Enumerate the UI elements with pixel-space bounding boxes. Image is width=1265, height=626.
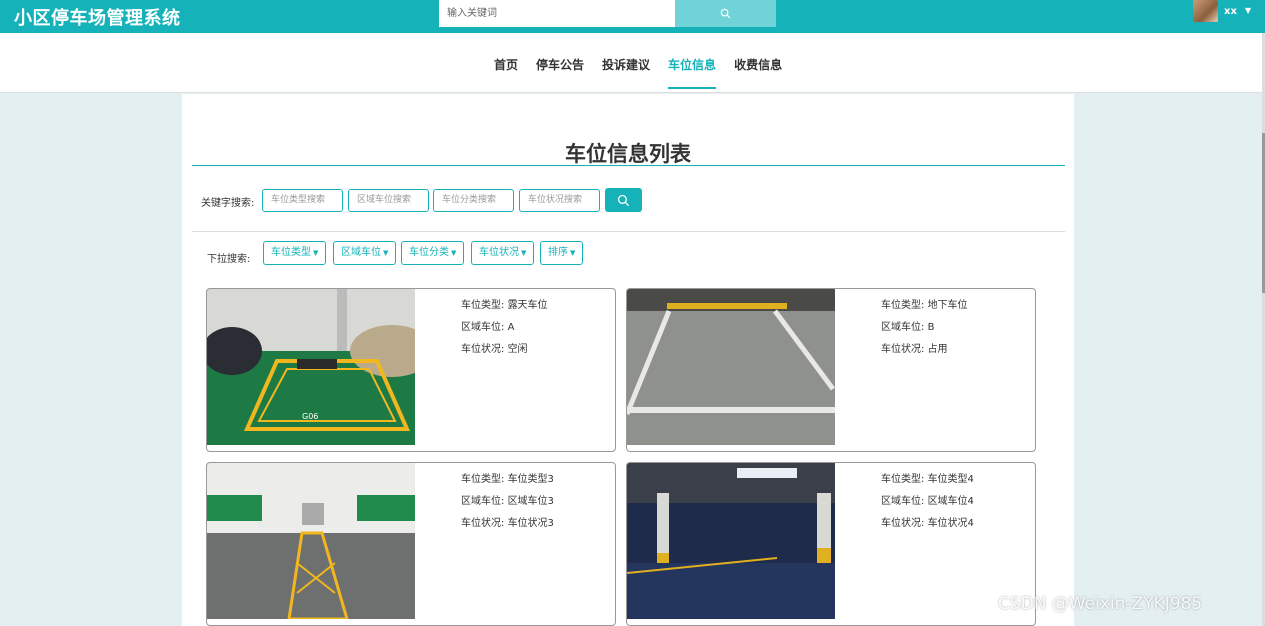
dropdown-space-type[interactable]: 车位类型 ▼ <box>263 241 327 265</box>
caret-down-icon: ▼ <box>521 249 527 257</box>
nav-item-home[interactable]: 首页 <box>494 56 518 89</box>
parking-card[interactable]: G06 车位类型: 露天车位 区域车位: A 车位状况: 空闲 <box>206 288 616 452</box>
parking-space-image[interactable] <box>207 463 415 619</box>
search-icon <box>617 194 630 206</box>
parking-card[interactable]: 车位类型: 车位类型3 区域车位: 区域车位3 车位状况: 车位状况3 <box>206 462 616 626</box>
nav-item-parking-spaces[interactable]: 车位信息 <box>668 56 717 89</box>
search-input-space-type[interactable]: 车位类型搜索 <box>262 189 343 212</box>
info-label: 车位类型: <box>881 474 928 485</box>
space-type-value: 车位类型3 <box>507 474 554 485</box>
header-search-button[interactable] <box>675 0 776 27</box>
info-label: 车位状况: <box>461 344 508 355</box>
info-line: 车位类型: 地下车位 <box>881 295 968 317</box>
dropdown-label: 车位类型 <box>271 247 311 258</box>
card-info: 车位类型: 车位类型3 区域车位: 区域车位3 车位状况: 车位状况3 <box>461 469 554 535</box>
status-value: 车位状况3 <box>507 518 554 529</box>
nav-item-complaints[interactable]: 投诉建议 <box>602 56 650 89</box>
caret-down-icon: ▼ <box>313 249 319 257</box>
info-label: 车位类型: <box>461 474 508 485</box>
info-line: 车位类型: 车位类型3 <box>461 469 554 491</box>
title-underline <box>192 165 1065 166</box>
info-line: 车位类型: 车位类型4 <box>881 469 974 491</box>
user-avatar[interactable] <box>1193 0 1218 22</box>
info-line: 车位状况: 车位状况4 <box>881 513 974 535</box>
parking-card[interactable]: 车位类型: 车位类型4 区域车位: 区域车位4 车位状况: 车位状况4 <box>626 462 1036 626</box>
info-label: 车位状况: <box>881 518 928 529</box>
info-label: 区域车位: <box>461 496 508 507</box>
dropdown-label: 区域车位 <box>341 247 381 258</box>
caret-down-icon: ▼ <box>383 249 389 257</box>
chevron-down-icon[interactable]: ▼ <box>1245 6 1251 15</box>
info-line: 区域车位: A <box>461 317 548 339</box>
info-line: 车位状况: 车位状况3 <box>461 513 554 535</box>
keyword-search-label: 关键字搜索: <box>201 198 255 209</box>
top-bar: 小区停车场管理系统 输入关键词 xx ▼ <box>0 0 1265 33</box>
card-info: 车位类型: 地下车位 区域车位: B 车位状况: 占用 <box>881 295 968 361</box>
status-value: 占用 <box>927 344 948 355</box>
search-input-status[interactable]: 车位状况搜索 <box>519 189 600 212</box>
watermark: CSDN @Weixin-ZYKJ985 <box>998 594 1203 614</box>
dropdown-status[interactable]: 车位状况 ▼ <box>471 241 535 265</box>
info-label: 区域车位: <box>881 322 928 333</box>
dropdown-label: 车位分类 <box>409 247 449 258</box>
nav-items: 首页 停车公告 投诉建议 车位信息 收费信息 <box>494 56 800 89</box>
main-nav: 首页 停车公告 投诉建议 车位信息 收费信息 <box>0 33 1262 93</box>
parking-space-image[interactable] <box>627 289 835 445</box>
space-type-value: 露天车位 <box>507 300 548 311</box>
info-line: 车位类型: 露天车位 <box>461 295 548 317</box>
search-input-category[interactable]: 车位分类搜索 <box>433 189 514 212</box>
status-value: 空闲 <box>507 344 528 355</box>
area-value: 区域车位4 <box>927 496 974 507</box>
search-input-area[interactable]: 区域车位搜索 <box>348 189 429 212</box>
area-value: B <box>927 322 935 333</box>
dropdown-label: 排序 <box>548 247 568 258</box>
dropdown-area[interactable]: 区域车位 ▼ <box>333 241 397 265</box>
user-name[interactable]: xx <box>1224 6 1237 17</box>
space-type-value: 车位类型4 <box>927 474 974 485</box>
area-value: A <box>507 322 515 333</box>
nav-item-fees[interactable]: 收费信息 <box>734 56 782 89</box>
card-info: 车位类型: 车位类型4 区域车位: 区域车位4 车位状况: 车位状况4 <box>881 469 974 535</box>
info-line: 区域车位: 区域车位3 <box>461 491 554 513</box>
info-line: 区域车位: 区域车位4 <box>881 491 974 513</box>
svg-text:G06: G06 <box>302 412 318 421</box>
info-label: 区域车位: <box>881 496 928 507</box>
card-info: 车位类型: 露天车位 区域车位: A 车位状况: 空闲 <box>461 295 548 361</box>
space-type-value: 地下车位 <box>927 300 968 311</box>
search-icon <box>720 8 731 19</box>
dropdown-search-label: 下拉搜索: <box>207 254 251 265</box>
info-line: 车位状况: 占用 <box>881 339 968 361</box>
status-value: 车位状况4 <box>927 518 974 529</box>
dropdown-category[interactable]: 车位分类 ▼ <box>401 241 465 265</box>
area-value: 区域车位3 <box>507 496 554 507</box>
info-line: 车位状况: 空闲 <box>461 339 548 361</box>
page-title: 车位信息列表 <box>565 142 691 166</box>
info-label: 车位类型: <box>881 300 928 311</box>
caret-down-icon: ▼ <box>451 249 457 257</box>
parking-space-image[interactable] <box>627 463 835 619</box>
info-label: 车位类型: <box>461 300 508 311</box>
main-content: 车位信息列表 关键字搜索: 车位类型搜索 区域车位搜索 车位分类搜索 车位状况搜… <box>182 94 1074 626</box>
header-search-input[interactable]: 输入关键词 <box>439 0 675 27</box>
nav-item-parking-notice[interactable]: 停车公告 <box>536 56 584 89</box>
info-label: 车位状况: <box>461 518 508 529</box>
dropdown-label: 车位状况 <box>479 247 519 258</box>
info-label: 区域车位: <box>461 322 508 333</box>
info-line: 区域车位: B <box>881 317 968 339</box>
info-label: 车位状况: <box>881 344 928 355</box>
site-title: 小区停车场管理系统 <box>14 8 181 29</box>
parking-space-image[interactable]: G06 <box>207 289 415 445</box>
dropdown-sort[interactable]: 排序 ▼ <box>540 241 584 265</box>
keyword-search-button[interactable] <box>605 188 642 212</box>
caret-down-icon: ▼ <box>570 249 576 257</box>
parking-card[interactable]: 车位类型: 地下车位 区域车位: B 车位状况: 占用 <box>626 288 1036 452</box>
section-divider <box>192 231 1065 232</box>
